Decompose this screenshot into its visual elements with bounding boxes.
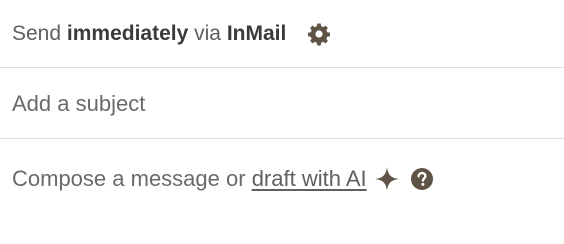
send-options-row: Send immediately via InMail xyxy=(0,0,564,68)
compose-prefix: Compose a message or xyxy=(12,166,246,191)
gear-icon[interactable] xyxy=(306,21,332,47)
send-timing: immediately xyxy=(66,21,189,45)
draft-with-ai-link[interactable]: draft with AI xyxy=(252,166,367,191)
send-middle: via xyxy=(194,21,221,45)
message-composer: Send immediately via InMail Compose a me… xyxy=(0,0,564,244)
send-prefix: Send xyxy=(12,21,62,45)
subject-input[interactable] xyxy=(12,90,552,117)
compose-prompt: Compose a message or draft with AI xyxy=(12,166,367,192)
send-channel: InMail xyxy=(226,21,287,45)
subject-row xyxy=(0,69,564,139)
question-circle-icon[interactable] xyxy=(410,168,433,190)
sparkle-icon[interactable] xyxy=(373,165,401,193)
compose-row[interactable]: Compose a message or draft with AI xyxy=(0,140,564,218)
send-options-text: Send immediately via InMail xyxy=(12,22,286,46)
